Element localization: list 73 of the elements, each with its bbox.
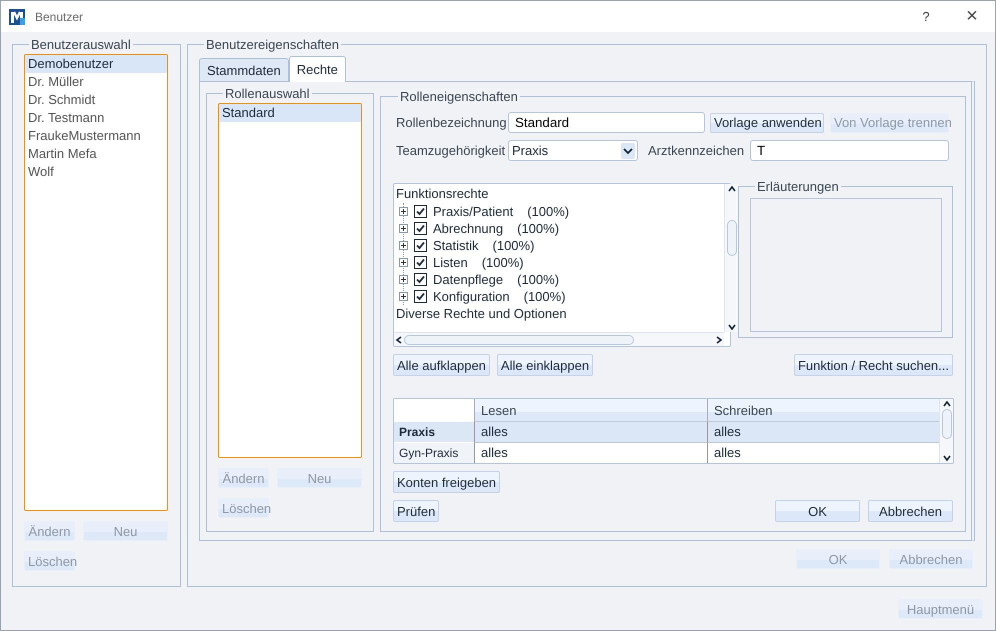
column-header[interactable]: Schreiben [707, 399, 939, 421]
percent-label: (100%) [517, 221, 560, 236]
table-cell: alles [474, 442, 707, 463]
expand-all-button[interactable]: Alle aufklappen [393, 354, 490, 376]
check-button[interactable]: Prüfen [393, 500, 440, 522]
tree-item-label[interactable]: Datenpflege [433, 272, 504, 287]
user-list-item[interactable]: Dr. Schmidt [25, 91, 167, 109]
percent-label: (100%) [517, 272, 560, 287]
row-header[interactable]: Gyn-Praxis [394, 442, 474, 463]
percent-label: (100%) [524, 289, 566, 304]
apply-template-button[interactable]: Vorlage anwenden [710, 112, 824, 132]
group-title: Rolleneigenschaften [399, 89, 519, 104]
percent-label: (100%) [482, 255, 524, 270]
table-cell: alles [707, 421, 939, 442]
horizontal-scrollbar[interactable] [394, 332, 724, 346]
cancel-button[interactable]: Abbrechen [868, 500, 953, 522]
field-label: Teamzugehörigkeit [395, 143, 506, 158]
user-list-item[interactable]: FraukeMustermann [25, 127, 167, 145]
vertical-scrollbar[interactable] [939, 399, 953, 463]
column-header[interactable]: Lesen [474, 399, 707, 421]
checkbox[interactable] [414, 273, 427, 286]
group-title: Rollenauswahl [224, 86, 311, 101]
tree-item-label[interactable]: Konfiguration [433, 289, 510, 304]
percent-label: (100%) [492, 238, 534, 253]
tree-node[interactable]: Diverse Rechte und Optionen [396, 305, 722, 323]
checkbox[interactable] [414, 239, 427, 252]
group-title: Benutzerauswahl [30, 37, 132, 52]
checkbox[interactable] [414, 290, 427, 303]
team-dropdown[interactable]: Praxis [508, 140, 638, 161]
user-list-item[interactable]: Demobenutzer [25, 55, 167, 73]
vertical-scrollbar[interactable] [724, 184, 738, 332]
scroll-thumb[interactable] [942, 409, 952, 439]
user-list-item[interactable]: Dr. Müller [25, 73, 167, 91]
app-logo-icon [9, 8, 25, 24]
role-name-field[interactable]: Standard [508, 112, 705, 133]
scroll-down-icon [726, 322, 736, 332]
release-accounts-button[interactable]: Konten freigeben [393, 471, 500, 493]
checkbox[interactable] [414, 256, 427, 269]
doctor-code-field[interactable]: T [750, 140, 949, 161]
user-list-item[interactable]: Martin Mefa [25, 145, 167, 163]
ok-button[interactable]: OK [775, 500, 860, 522]
scroll-right-icon [714, 334, 724, 344]
row-header[interactable]: Praxis [394, 421, 474, 442]
field-label: Arztkennzeichen [648, 143, 746, 158]
tree-item-label[interactable]: Listen [433, 255, 468, 270]
tree-item-label[interactable]: Praxis/Patient [433, 204, 514, 219]
tab[interactable]: Stammdaten [199, 58, 289, 81]
tree-node[interactable]: Funktionsrechte [396, 185, 722, 203]
role-list-item[interactable]: Standard [219, 104, 361, 122]
tab[interactable]: Rechte [288, 56, 346, 82]
group-title: Benutzereigenschaften [205, 37, 340, 52]
tree-item-label[interactable]: Abrechnung [433, 221, 504, 236]
table-cell: alles [707, 442, 939, 463]
tree-item-label[interactable]: Statistik [433, 238, 479, 253]
scroll-thumb[interactable] [404, 334, 634, 344]
help-button[interactable]: ? [909, 2, 943, 30]
checkbox[interactable] [414, 205, 427, 218]
field-label: Rollenbezeichnung [395, 115, 508, 130]
table-cell: alles [474, 421, 707, 442]
group-title: Erläuterungen [756, 179, 840, 194]
window-title: Benutzer [35, 10, 84, 24]
scroll-left-icon [394, 334, 404, 344]
collapse-all-button[interactable]: Alle einklappen [496, 354, 594, 376]
scroll-down-icon [942, 453, 952, 463]
user-list-item[interactable]: Dr. Testmann [25, 109, 167, 127]
checkbox[interactable] [414, 222, 427, 235]
search-right-button[interactable]: Funktion / Recht suchen... [794, 354, 953, 376]
percent-label: (100%) [527, 204, 570, 219]
user-list-item[interactable]: Wolf [25, 163, 167, 181]
scroll-thumb[interactable] [726, 220, 736, 256]
scroll-up-icon [726, 184, 736, 194]
close-button[interactable]: × [955, 2, 989, 30]
scroll-up-icon [942, 399, 952, 409]
